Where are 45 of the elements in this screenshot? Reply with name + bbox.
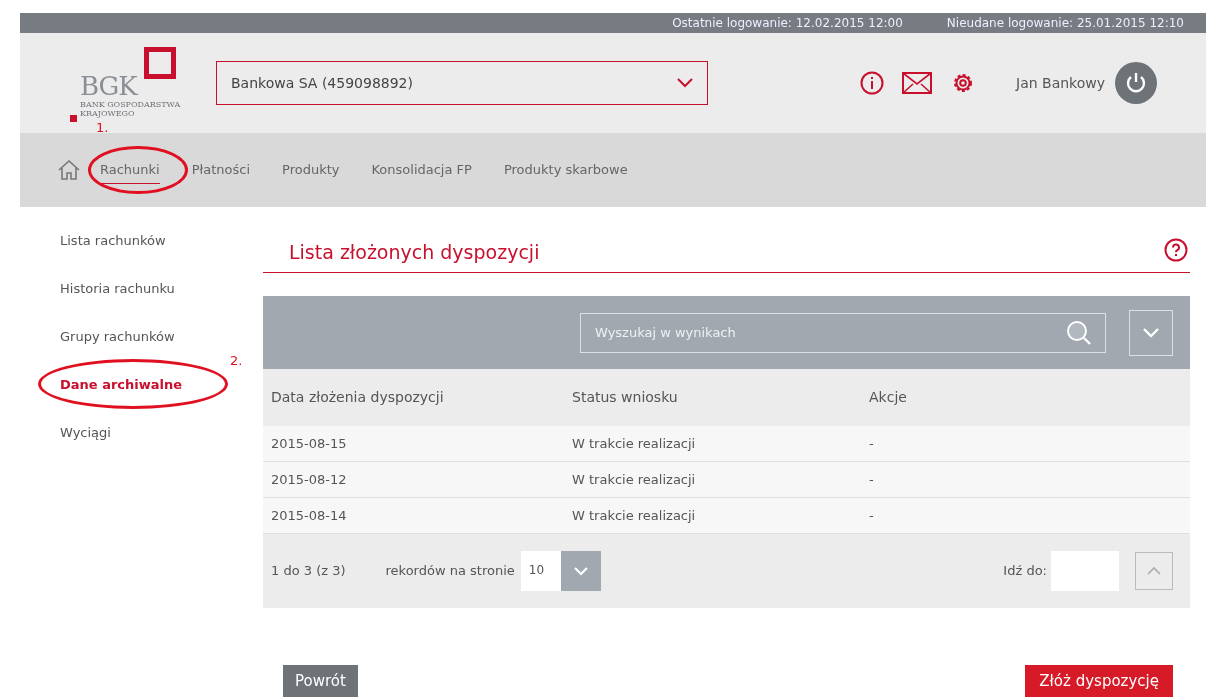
logout-button[interactable] [1115,62,1157,104]
mail-icon[interactable] [902,72,932,94]
nav-tab[interactable]: Konsolidacja FP [371,155,472,185]
table-cell-text: W trakcie realizacji [572,434,697,453]
table-cell-text: - [869,434,875,453]
nav-tab[interactable]: Produkty [282,155,340,185]
nav-tab[interactable]: Płatności [191,155,251,185]
sidebar-item[interactable]: Lista rachunków [60,231,166,251]
search-icon [1066,319,1092,346]
annotation-number: 2. [230,352,243,370]
search-field[interactable]: Wyszukaj w wynikach [580,312,1106,353]
nav-tab[interactable]: Rachunki [100,155,160,185]
sidebar-item[interactable]: Dane archiwalne [60,375,183,395]
info-icon[interactable] [860,71,884,95]
company-select[interactable]: Bankowa SA (459098892) [216,61,708,105]
help-icon[interactable] [1164,238,1188,262]
table-cell-text: W trakcie realizacji [572,506,697,525]
chevron-down-icon [677,78,693,88]
page-title: Lista złożonych dyspozycji [288,239,540,265]
per-page-label: rekordów na stronie [385,562,515,581]
failed-login-text: Nieudane logowanie: 25.01.2015 12:10 [946,15,1184,32]
back-button[interactable]: Powrót [283,665,358,697]
power-icon [1125,72,1147,94]
column-header: Akcje [869,388,908,407]
chevron-up-icon [1147,567,1161,575]
sidebar-item[interactable]: Historia rachunku [60,279,175,299]
submit-button[interactable]: Złóż dyspozycję [1025,665,1173,697]
nav-tab[interactable]: Produkty skarbowe [503,155,628,185]
table-cell-text: 2015-08-14 [270,506,348,525]
sidebar-item[interactable]: Wyciągi [60,423,111,443]
table-cell-text: - [869,506,875,525]
table-cell-text: 2015-08-12 [270,470,348,489]
home-icon[interactable] [58,160,80,180]
user-name: Jan Bankowy [1016,73,1105,93]
chevron-down-icon [1143,327,1159,338]
sidebar-item[interactable]: Grupy rachunków [60,327,175,347]
chevron-down-icon [573,566,588,576]
table-cell-text: 2015-08-15 [270,434,348,453]
table-cell-text: W trakcie realizacji [572,470,697,489]
last-login-text: Ostatnie logowanie: 12.02.2015 12:00 [672,15,903,32]
go-to-label: Idź do: [1003,562,1047,581]
table-cell-text: - [869,470,875,489]
records-range: 1 do 3 (z 3) [271,562,346,581]
column-header: Data złożenia dyspozycji [270,388,445,407]
column-header: Status wniosku [572,388,679,407]
